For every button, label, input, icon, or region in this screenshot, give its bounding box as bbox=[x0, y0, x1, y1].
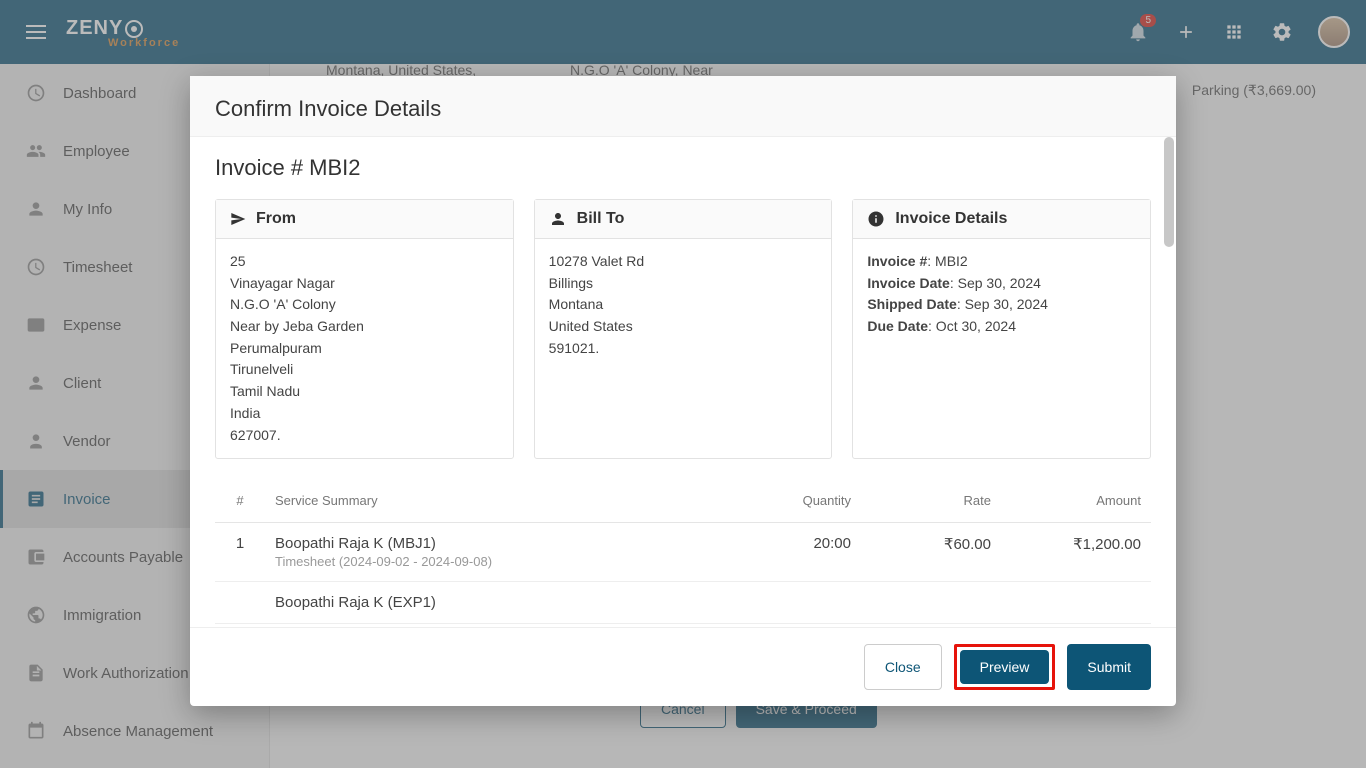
invoice-details-card: Invoice Details Invoice #: MBI2Invoice D… bbox=[852, 199, 1151, 459]
service-table: # Service Summary Quantity Rate Amount 1… bbox=[215, 479, 1151, 624]
scrollbar-thumb[interactable] bbox=[1164, 137, 1174, 247]
info-icon bbox=[867, 210, 885, 228]
person-icon bbox=[549, 210, 567, 228]
confirm-invoice-modal: Confirm Invoice Details Invoice # MBI2 F… bbox=[190, 76, 1176, 706]
table-row: Boopathi Raja K (EXP1) bbox=[215, 582, 1151, 624]
modal-header: Confirm Invoice Details bbox=[190, 76, 1176, 137]
close-button[interactable]: Close bbox=[864, 644, 942, 690]
invoice-number-heading: Invoice # MBI2 bbox=[215, 155, 1151, 181]
preview-highlight: Preview bbox=[954, 644, 1056, 690]
from-card: From 25Vinayagar NagarN.G.O 'A' ColonyNe… bbox=[215, 199, 514, 459]
table-row: 1Boopathi Raja K (MBJ1)Timesheet (2024-0… bbox=[215, 523, 1151, 582]
modal-overlay: Confirm Invoice Details Invoice # MBI2 F… bbox=[0, 0, 1366, 768]
preview-button[interactable]: Preview bbox=[960, 650, 1050, 684]
billto-card: Bill To 10278 Valet RdBillingsMontanaUni… bbox=[534, 199, 833, 459]
send-icon bbox=[230, 211, 246, 227]
submit-button[interactable]: Submit bbox=[1067, 644, 1151, 690]
modal-title: Confirm Invoice Details bbox=[215, 96, 1151, 122]
